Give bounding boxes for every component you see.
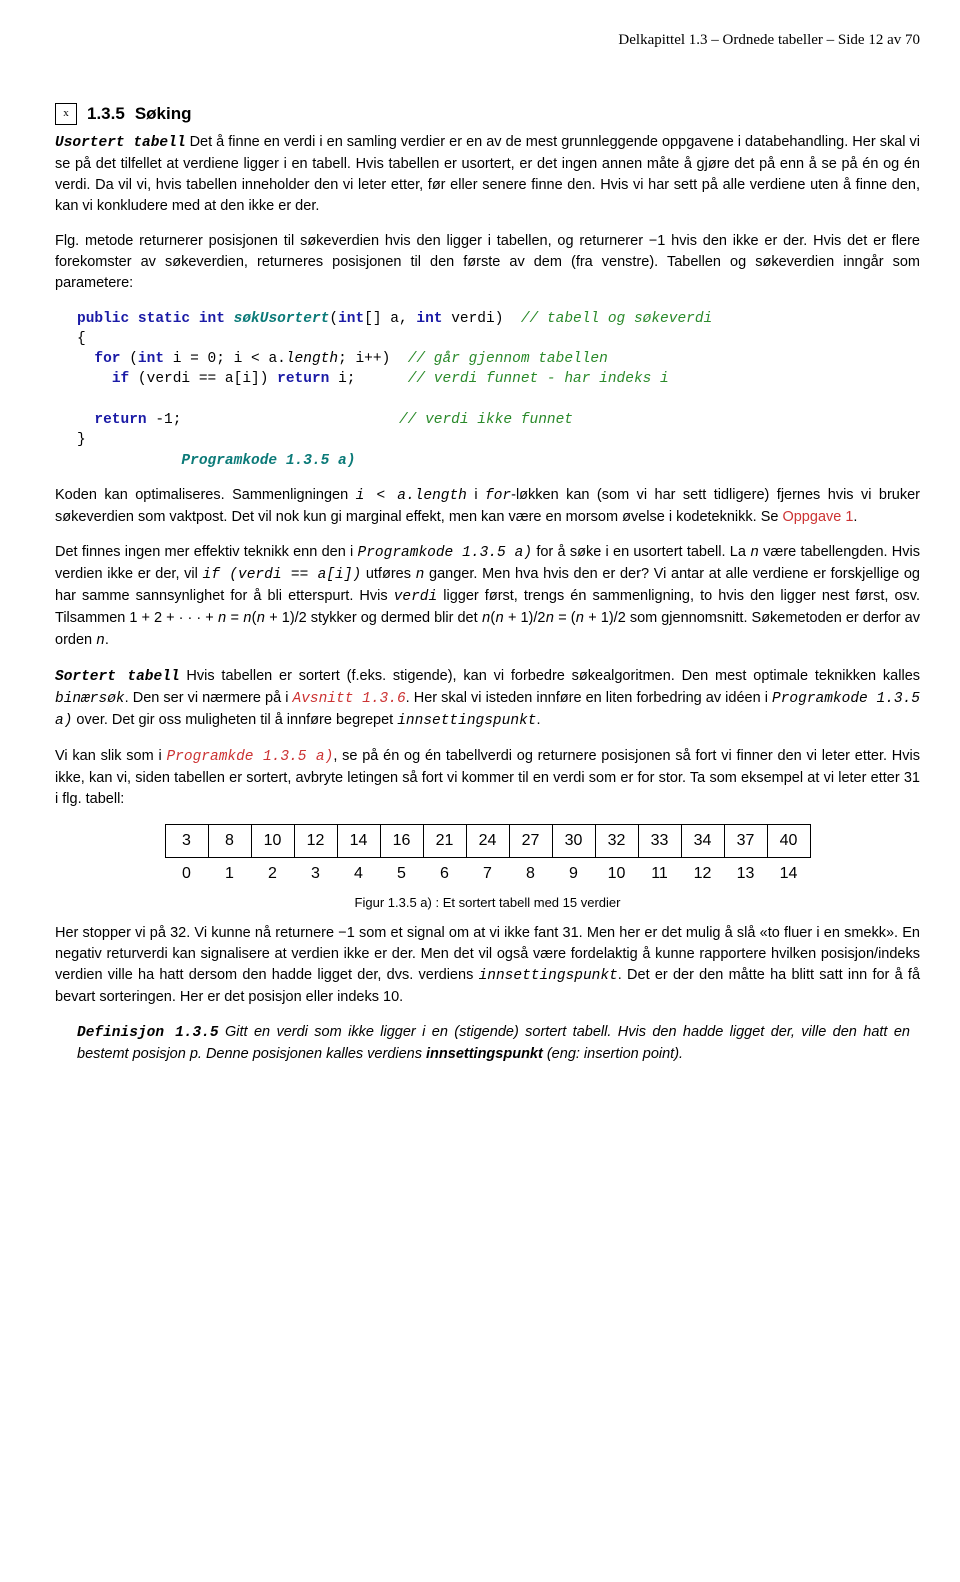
paragraph-3: Koden kan optimaliseres. Sammenligningen… bbox=[55, 485, 920, 528]
heading-number: 1.3.5 bbox=[87, 102, 125, 127]
index-cell: 6 bbox=[423, 858, 466, 891]
heading-icon: x bbox=[55, 103, 77, 125]
array-cell: 8 bbox=[208, 825, 251, 858]
index-cell: 8 bbox=[509, 858, 552, 891]
index-cell: 0 bbox=[165, 858, 208, 891]
code-caption: Programkode 1.3.5 a) bbox=[181, 453, 355, 469]
array-cell: 16 bbox=[380, 825, 423, 858]
array-cell: 40 bbox=[767, 825, 810, 858]
code-block-1: public static int søkUsortert(int[] a, i… bbox=[55, 309, 920, 471]
paragraph-1: Usortert tabell Det å finne en verdi i e… bbox=[55, 132, 920, 217]
paragraph-2: Flg. metode returnerer posisjonen til sø… bbox=[55, 231, 920, 294]
array-cell: 37 bbox=[724, 825, 767, 858]
index-cell: 12 bbox=[681, 858, 724, 891]
array-figure: 3810121416212427303233343740 01234567891… bbox=[55, 824, 920, 913]
index-cell: 9 bbox=[552, 858, 595, 891]
run-in-label-2: Sortert tabell bbox=[55, 669, 180, 685]
definition-title: Definisjon 1.3.5 bbox=[77, 1025, 219, 1041]
index-cell: 7 bbox=[466, 858, 509, 891]
page-header: Delkapittel 1.3 – Ordnede tabeller – Sid… bbox=[55, 30, 920, 52]
index-cell: 1 bbox=[208, 858, 251, 891]
array-cell: 14 bbox=[337, 825, 380, 858]
array-cell: 33 bbox=[638, 825, 681, 858]
array-cell: 32 bbox=[595, 825, 638, 858]
figure-caption: Figur 1.3.5 a) : Et sortert tabell med 1… bbox=[355, 894, 621, 913]
index-cell: 2 bbox=[251, 858, 294, 891]
paragraph-5: Sortert tabell Hvis tabellen er sortert … bbox=[55, 666, 920, 732]
array-cell: 21 bbox=[423, 825, 466, 858]
definition-block: Definisjon 1.3.5 Gitt en verdi som ikke … bbox=[77, 1022, 910, 1065]
avsnitt-link[interactable]: Avsnitt 1.3.6 bbox=[293, 691, 406, 707]
paragraph-6: Vi kan slik som i Programkde 1.3.5 a), s… bbox=[55, 746, 920, 810]
array-cell: 27 bbox=[509, 825, 552, 858]
array-cell: 30 bbox=[552, 825, 595, 858]
paragraph-4: Det finnes ingen mer effektiv teknikk en… bbox=[55, 542, 920, 652]
index-cell: 13 bbox=[724, 858, 767, 891]
index-cell: 11 bbox=[638, 858, 681, 891]
array-table: 3810121416212427303233343740 01234567891… bbox=[165, 824, 811, 890]
array-cell: 34 bbox=[681, 825, 724, 858]
section-heading: x 1.3.5 Søking bbox=[55, 102, 920, 127]
oppgave-link[interactable]: Oppgave 1 bbox=[782, 509, 853, 525]
programkode-link[interactable]: Programkde 1.3.5 a) bbox=[166, 749, 333, 765]
index-cell: 14 bbox=[767, 858, 810, 891]
index-cell: 3 bbox=[294, 858, 337, 891]
index-cell: 4 bbox=[337, 858, 380, 891]
index-cell: 5 bbox=[380, 858, 423, 891]
paragraph-7: Her stopper vi på 32. Vi kunne nå return… bbox=[55, 923, 920, 1008]
array-cell: 24 bbox=[466, 825, 509, 858]
array-cell: 3 bbox=[165, 825, 208, 858]
index-cell: 10 bbox=[595, 858, 638, 891]
run-in-label: Usortert tabell bbox=[55, 135, 186, 151]
array-cell: 10 bbox=[251, 825, 294, 858]
array-cell: 12 bbox=[294, 825, 337, 858]
heading-title: Søking bbox=[135, 102, 192, 127]
